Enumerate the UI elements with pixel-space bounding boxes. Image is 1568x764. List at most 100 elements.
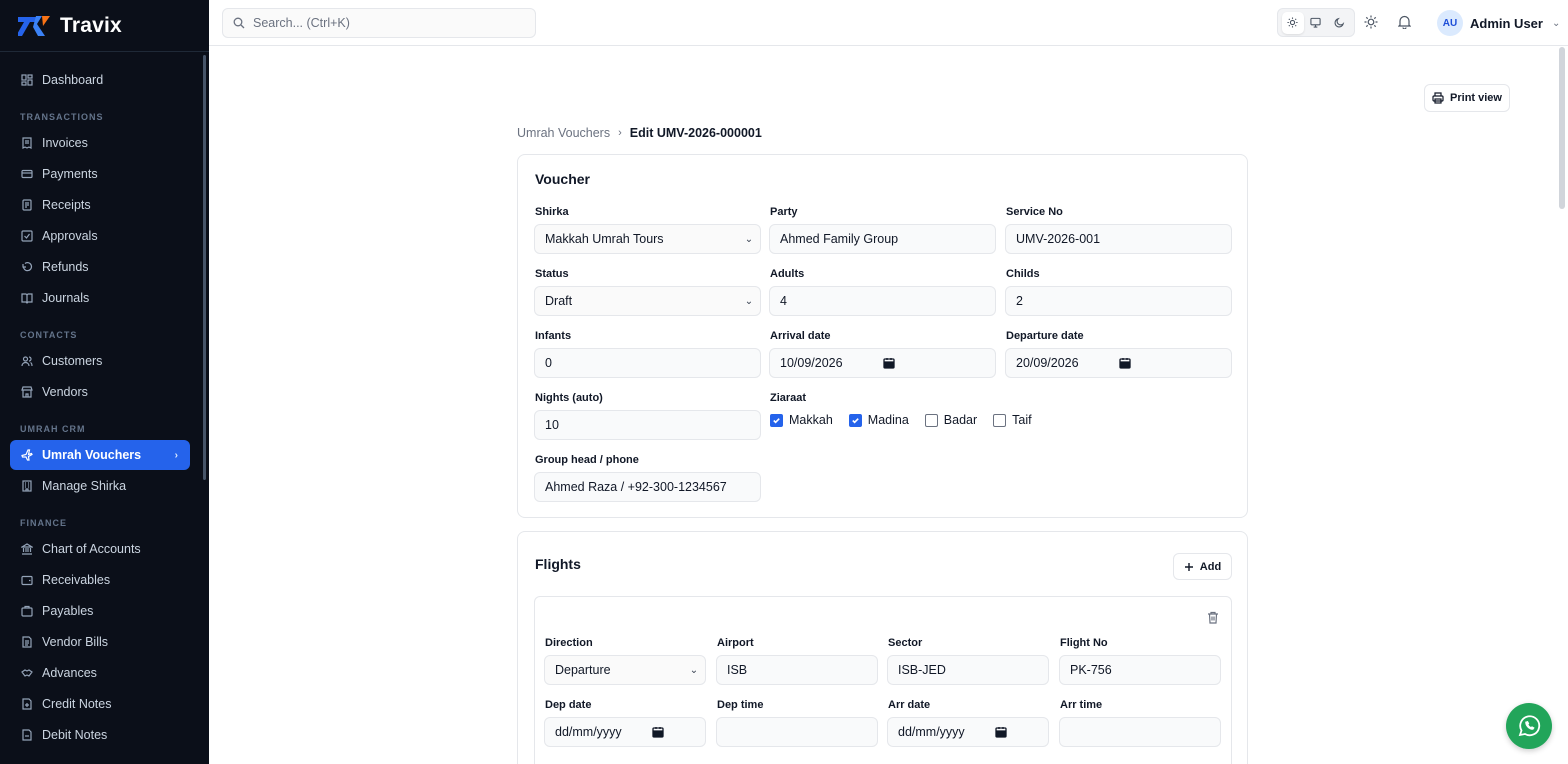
arr-time-field[interactable] bbox=[1059, 717, 1221, 747]
sidebar-item-journals[interactable]: Journals bbox=[10, 284, 190, 312]
sidebar-scrollbar[interactable] bbox=[203, 55, 206, 480]
arr-date-field[interactable]: dd/mm/yyyy bbox=[887, 717, 1049, 747]
theme-system-button[interactable] bbox=[1305, 12, 1327, 34]
childs-field[interactable]: 2 bbox=[1005, 286, 1232, 316]
voucher-card: Voucher Shirka Makkah Umrah Tours ⌄ Part… bbox=[517, 154, 1248, 518]
infants-field[interactable]: 0 bbox=[534, 348, 761, 378]
search-box[interactable] bbox=[222, 8, 536, 38]
sidebar-item-refunds[interactable]: Refunds bbox=[10, 253, 190, 281]
add-flight-button[interactable]: Add bbox=[1173, 553, 1232, 580]
shirka-select[interactable]: Makkah Umrah Tours ⌄ bbox=[534, 224, 761, 254]
sidebar-item-label: Vendor Bills bbox=[42, 635, 109, 649]
airport-field[interactable]: ISB bbox=[716, 655, 878, 685]
sidebar-item-invoices[interactable]: Invoices bbox=[10, 129, 190, 157]
theme-light-button[interactable] bbox=[1281, 11, 1304, 34]
sidebar-item-label: Chart of Accounts bbox=[42, 542, 141, 556]
service-no-field[interactable]: UMV-2026-001 bbox=[1005, 224, 1232, 254]
ziaraat-label: Ziaraat bbox=[770, 392, 807, 404]
search-input[interactable] bbox=[253, 16, 513, 30]
calendar-icon[interactable] bbox=[645, 726, 671, 738]
group-head-label: Group head / phone bbox=[535, 454, 639, 466]
sidebar-item-customers[interactable]: Customers bbox=[10, 347, 190, 375]
sidebar-divider bbox=[0, 51, 209, 52]
party-label: Party bbox=[770, 206, 798, 218]
sidebar-section-contacts: CONTACTS bbox=[20, 330, 78, 340]
dep-date-field[interactable]: dd/mm/yyyy bbox=[544, 717, 706, 747]
party-field[interactable]: Ahmed Family Group bbox=[769, 224, 996, 254]
party-value: Ahmed Family Group bbox=[780, 232, 899, 246]
sidebar-item-receipts[interactable]: Receipts bbox=[10, 191, 190, 219]
search-icon bbox=[233, 17, 245, 29]
flight-row: Direction Departure ⌄ Airport ISB Sector… bbox=[534, 596, 1232, 764]
sidebar-item-label: Advances bbox=[42, 666, 97, 680]
ziaraat-badar-checkbox[interactable]: Badar bbox=[924, 413, 977, 427]
user-menu[interactable]: AU Admin User ⌄ bbox=[1437, 9, 1560, 37]
status-select[interactable]: Draft ⌄ bbox=[534, 286, 761, 316]
sidebar-item-payments[interactable]: Payments bbox=[10, 160, 190, 188]
nights-field: 10 bbox=[534, 410, 761, 440]
credit-card-icon bbox=[20, 168, 33, 181]
main-scrollbar[interactable] bbox=[1559, 47, 1565, 209]
sidebar-item-chart-of-accounts[interactable]: Chart of Accounts bbox=[10, 535, 190, 563]
building-icon bbox=[20, 480, 33, 493]
sidebar-item-label: Receivables bbox=[42, 573, 111, 587]
sidebar-item-approvals[interactable]: Approvals bbox=[10, 222, 190, 250]
sidebar-item-label: Payments bbox=[42, 167, 98, 181]
status-label: Status bbox=[535, 268, 569, 280]
sidebar-item-label: Debit Notes bbox=[42, 728, 108, 742]
users-icon bbox=[20, 355, 33, 368]
arrival-date-field[interactable]: 10/09/2026 bbox=[769, 348, 996, 378]
flight-no-field[interactable]: PK-756 bbox=[1059, 655, 1221, 685]
flight-no-value: PK-756 bbox=[1070, 663, 1112, 677]
arr-time-label: Arr time bbox=[1060, 699, 1103, 711]
theme-toggle-group bbox=[1277, 8, 1355, 37]
sidebar-item-manage-shirka[interactable]: Manage Shirka bbox=[10, 472, 190, 500]
breadcrumb-parent-link[interactable]: Umrah Vouchers bbox=[517, 126, 610, 140]
adults-field[interactable]: 4 bbox=[769, 286, 996, 316]
sidebar-item-advances[interactable]: Advances bbox=[10, 659, 190, 687]
brightness-button[interactable] bbox=[1362, 13, 1380, 31]
invoice-icon bbox=[20, 137, 33, 150]
direction-label: Direction bbox=[545, 637, 593, 649]
ziaraat-taif-checkbox[interactable]: Taif bbox=[993, 413, 1032, 427]
ziaraat-madina-checkbox[interactable]: Madina bbox=[848, 413, 909, 427]
sidebar-item-credit-notes[interactable]: Credit Notes bbox=[10, 690, 190, 718]
ziaraat-makkah-checkbox[interactable]: Makkah bbox=[770, 413, 833, 427]
delete-flight-button[interactable] bbox=[1205, 609, 1221, 625]
sidebar-item-payables[interactable]: Payables bbox=[10, 597, 190, 625]
sidebar-item-dashboard[interactable]: Dashboard bbox=[10, 66, 190, 94]
sidebar-item-umrah-vouchers[interactable]: Umrah Vouchers › bbox=[10, 440, 190, 470]
calendar-icon[interactable] bbox=[876, 357, 902, 369]
group-head-field[interactable]: Ahmed Raza / +92-300-1234567 bbox=[534, 472, 761, 502]
print-view-label: Print view bbox=[1450, 92, 1502, 104]
sidebar-item-vendor-bills[interactable]: Vendor Bills bbox=[10, 628, 190, 656]
direction-select[interactable]: Departure ⌄ bbox=[544, 655, 706, 685]
handshake-icon bbox=[20, 667, 33, 680]
store-icon bbox=[20, 386, 33, 399]
sidebar-item-receivables[interactable]: Receivables bbox=[10, 566, 190, 594]
calendar-icon[interactable] bbox=[988, 726, 1014, 738]
theme-dark-button[interactable] bbox=[1328, 12, 1350, 34]
sidebar: Travix Dashboard TRANSACTIONS Invoices P… bbox=[0, 0, 209, 764]
sidebar-item-debit-notes[interactable]: Debit Notes bbox=[10, 721, 190, 749]
dep-time-field[interactable] bbox=[716, 717, 878, 747]
checkbox-label: Madina bbox=[867, 413, 909, 427]
app-logo[interactable]: Travix bbox=[18, 13, 122, 39]
briefcase-icon bbox=[20, 605, 33, 618]
chat-widget-button[interactable] bbox=[1506, 703, 1552, 749]
departure-date-value: 20/09/2026 bbox=[1016, 356, 1079, 370]
calendar-icon[interactable] bbox=[1112, 357, 1138, 369]
whatsapp-icon bbox=[1518, 715, 1541, 737]
moon-icon bbox=[1334, 17, 1345, 28]
departure-date-field[interactable]: 20/09/2026 bbox=[1005, 348, 1232, 378]
sidebar-item-label: Receipts bbox=[42, 198, 91, 212]
sun-icon bbox=[1364, 15, 1378, 29]
infants-value: 0 bbox=[545, 356, 552, 370]
topbar: AU Admin User ⌄ bbox=[209, 0, 1568, 46]
sidebar-item-vendors[interactable]: Vendors bbox=[10, 378, 190, 406]
flights-card-title: Flights bbox=[535, 556, 581, 572]
sector-field[interactable]: ISB-JED bbox=[887, 655, 1049, 685]
landmark-icon bbox=[20, 543, 33, 556]
notifications-button[interactable] bbox=[1395, 13, 1413, 31]
print-view-button[interactable]: Print view bbox=[1424, 84, 1510, 112]
